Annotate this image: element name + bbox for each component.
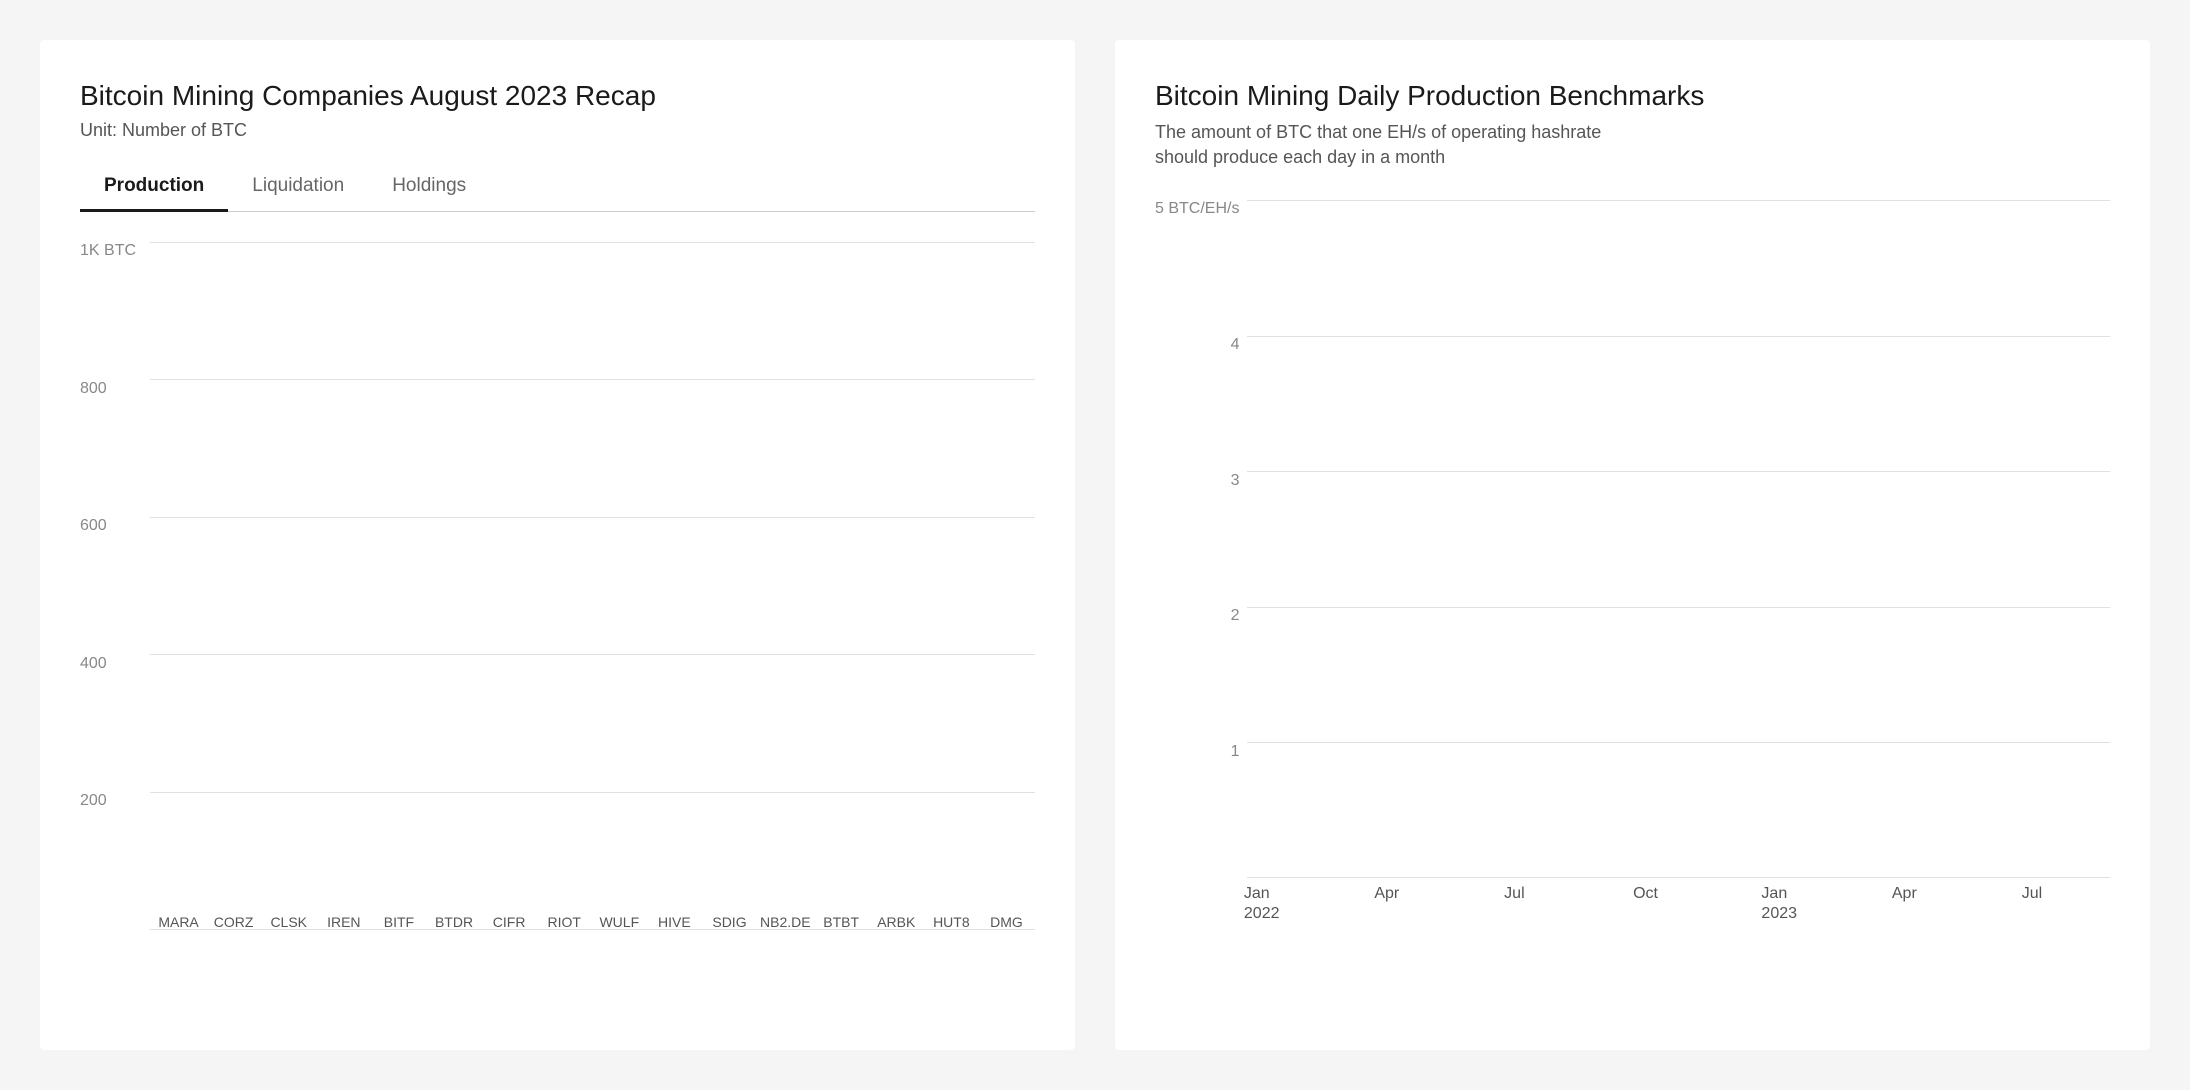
bar-label-btbt: BTBT	[823, 914, 859, 930]
bar-label-cifr: CIFR	[493, 914, 526, 930]
bar-label-wulf: WULF	[599, 914, 639, 930]
bar-group-hut8: HUT8	[927, 908, 976, 930]
bar-label-hut8: HUT8	[933, 914, 970, 930]
left-bars-row: MARA CORZ CLSK IREN BITF BTDR CIFR RIOT WULF HIVE…	[150, 242, 1035, 930]
bar-group-arbk: ARBK	[872, 908, 921, 930]
x-label-5: Apr	[1892, 884, 1917, 903]
tab-production[interactable]: Production	[80, 165, 228, 212]
bar-group-iren: IREN	[319, 908, 368, 930]
bar-group-sdig: SDIG	[705, 908, 754, 930]
tabs-container: Production Liquidation Holdings	[80, 165, 1035, 212]
x-label-2: Jul	[1504, 884, 1524, 903]
bar-group-cifr: CIFR	[485, 908, 534, 930]
tab-liquidation[interactable]: Liquidation	[228, 165, 368, 212]
right-chart-area: 1 2 3 4 5 BTC/EH/s Jan 2022AprJulOctJan …	[1155, 200, 2110, 920]
bar-label-hive: HIVE	[658, 914, 691, 930]
y-label-400: 400	[80, 655, 138, 673]
right-x-labels: Jan 2022 Apr Jul Oct Jan 2023 Apr Jul	[1247, 878, 2110, 920]
right-bars-row	[1247, 200, 2110, 878]
bar-label-sdig: SDIG	[712, 914, 746, 930]
left-chart-inner: MARA CORZ CLSK IREN BITF BTDR CIFR RIOT WULF HIVE…	[150, 242, 1035, 962]
bar-label-iren: IREN	[327, 914, 360, 930]
bar-group-riot: RIOT	[540, 908, 589, 930]
y-label-200: 200	[80, 792, 138, 810]
right-panel-description: The amount of BTC that one EH/s of opera…	[1155, 120, 1655, 170]
right-panel-title: Bitcoin Mining Daily Production Benchmar…	[1155, 80, 2110, 112]
left-y-axis: 200 400 600 800 1K BTC	[80, 242, 150, 962]
bar-label-dmg: DMG	[990, 914, 1023, 930]
bar-group-btbt: BTBT	[817, 908, 866, 930]
bar-label-clsk: CLSK	[270, 914, 307, 930]
bar-label-mara: MARA	[158, 914, 198, 930]
y-label-800: 800	[80, 380, 138, 398]
right-panel: Bitcoin Mining Daily Production Benchmar…	[1115, 40, 2150, 1050]
x-label-4: Jan 2023	[1761, 884, 1797, 922]
bar-label-corz: CORZ	[214, 914, 254, 930]
y-label-1k: 1K BTC	[80, 242, 138, 260]
ry-label-5: 5 BTC/EH/s	[1155, 200, 1239, 218]
bar-group-clsk: CLSK	[264, 908, 313, 930]
bar-label-bitf: BITF	[384, 914, 414, 930]
right-bars-area: Jan 2022 Apr Jul Oct Jan 2023 Apr Jul	[1247, 200, 2110, 920]
x-label-3: Oct	[1633, 884, 1658, 903]
ry-label-3: 3	[1155, 472, 1239, 490]
right-y-axis: 1 2 3 4 5 BTC/EH/s	[1155, 200, 1247, 920]
bar-group-bitf: BITF	[374, 908, 423, 930]
x-label-0: Jan 2022	[1244, 884, 1280, 922]
left-chart-area: 200 400 600 800 1K BTC MARA CORZ CLSK IREN B…	[80, 242, 1035, 962]
bar-label-riot: RIOT	[547, 914, 580, 930]
bar-group-hive: HIVE	[650, 908, 699, 930]
ry-label-4: 4	[1155, 336, 1239, 354]
left-bars-container: MARA CORZ CLSK IREN BITF BTDR CIFR RIOT WULF HIVE…	[150, 242, 1035, 962]
bar-label-arbk: ARBK	[877, 914, 915, 930]
bar-label-nb2.de: NB2.DE	[760, 914, 811, 930]
ry-label-1: 1	[1155, 743, 1239, 761]
bar-group-dmg: DMG	[982, 908, 1031, 930]
bar-group-nb2.de: NB2.DE	[760, 908, 811, 930]
left-panel-subtitle: Unit: Number of BTC	[80, 120, 1035, 141]
bar-group-btdr: BTDR	[429, 908, 478, 930]
bar-group-mara: MARA	[154, 908, 203, 930]
y-label-600: 600	[80, 517, 138, 535]
bar-group-corz: CORZ	[209, 908, 258, 930]
bar-label-btdr: BTDR	[435, 914, 473, 930]
ry-label-2: 2	[1155, 607, 1239, 625]
bar-group-wulf: WULF	[595, 908, 644, 930]
tab-holdings[interactable]: Holdings	[368, 165, 490, 212]
left-panel-title: Bitcoin Mining Companies August 2023 Rec…	[80, 80, 1035, 112]
x-label-6: Jul	[2022, 884, 2042, 903]
left-panel: Bitcoin Mining Companies August 2023 Rec…	[40, 40, 1075, 1050]
x-label-1: Apr	[1374, 884, 1399, 903]
